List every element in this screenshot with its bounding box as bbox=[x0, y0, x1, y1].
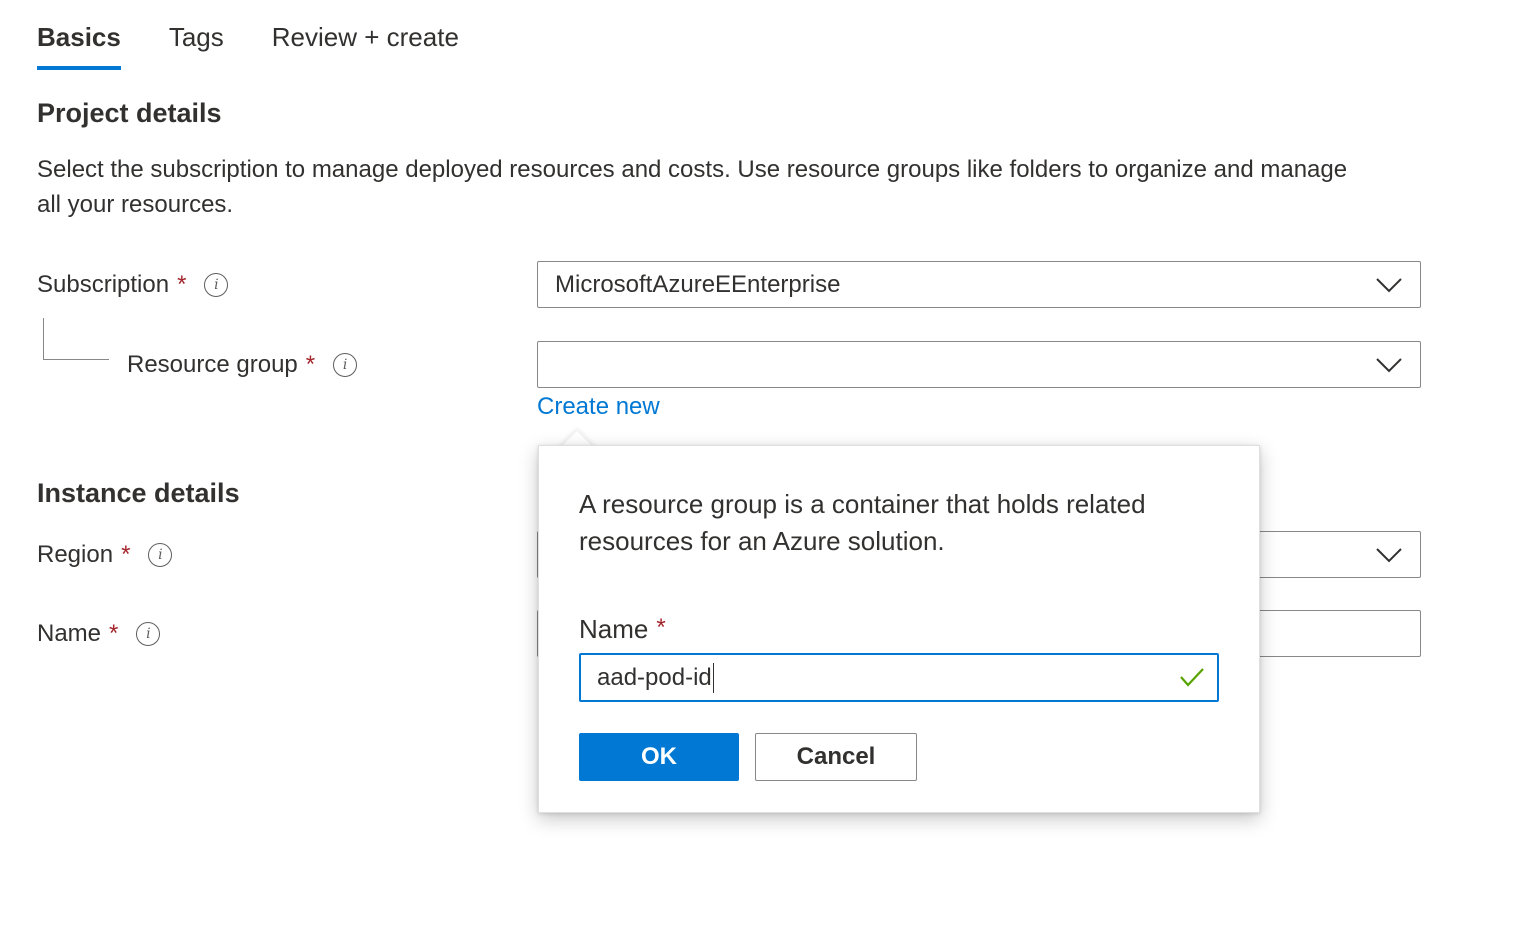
resource-group-name-value: aad-pod-id bbox=[597, 663, 712, 691]
region-label-row: Region * i bbox=[37, 541, 173, 569]
name-label-row: Name * i bbox=[37, 620, 161, 648]
subscription-dropdown[interactable]: MicrosoftAzureEEnterprise bbox=[537, 261, 1421, 308]
create-resource-group-callout: A resource group is a container that hol… bbox=[538, 445, 1260, 813]
info-icon[interactable]: i bbox=[148, 543, 173, 567]
instance-details-heading: Instance details bbox=[37, 478, 240, 508]
callout-name-label-row: Name * bbox=[579, 614, 666, 645]
create-new-link[interactable]: Create new bbox=[537, 393, 660, 421]
project-details-description: Select the subscription to manage deploy… bbox=[37, 156, 1348, 218]
region-label: Region bbox=[37, 541, 114, 568]
tab-review-create[interactable]: Review + create bbox=[272, 18, 459, 70]
required-asterisk: * bbox=[177, 271, 187, 298]
create-resource-page: Basics Tags Review + create Project deta… bbox=[0, 0, 1522, 935]
name-label: Name bbox=[37, 620, 102, 647]
tree-connector bbox=[43, 318, 109, 360]
required-asterisk: * bbox=[305, 351, 316, 378]
text-caret bbox=[712, 662, 715, 693]
cancel-button[interactable]: Cancel bbox=[755, 733, 917, 781]
required-asterisk: * bbox=[121, 541, 131, 568]
callout-description: A resource group is a container that hol… bbox=[579, 489, 1146, 556]
subscription-value: MicrosoftAzureEEnterprise bbox=[555, 270, 841, 298]
info-icon[interactable]: i bbox=[333, 353, 358, 377]
checkmark-icon bbox=[1180, 668, 1204, 687]
ok-button[interactable]: OK bbox=[579, 733, 739, 781]
tab-tags[interactable]: Tags bbox=[169, 18, 224, 70]
info-icon[interactable]: i bbox=[204, 273, 229, 297]
chevron-down-icon bbox=[1376, 547, 1402, 562]
tab-basics[interactable]: Basics bbox=[37, 18, 121, 70]
tab-bar: Basics Tags Review + create bbox=[37, 18, 459, 70]
subscription-label: Subscription bbox=[37, 271, 170, 298]
chevron-down-icon bbox=[1376, 357, 1402, 372]
subscription-label-row: Subscription * i bbox=[37, 271, 229, 299]
required-asterisk: * bbox=[656, 614, 666, 641]
callout-name-label: Name bbox=[579, 614, 649, 644]
resource-group-name-input[interactable]: aad-pod-id bbox=[579, 653, 1219, 702]
resource-group-label: Resource group bbox=[127, 351, 298, 378]
info-icon[interactable]: i bbox=[136, 622, 161, 646]
required-asterisk: * bbox=[109, 620, 119, 647]
resource-group-dropdown[interactable] bbox=[537, 341, 1421, 388]
project-details-heading: Project details bbox=[37, 98, 222, 128]
resource-group-label-row: Resource group * i bbox=[127, 351, 358, 379]
chevron-down-icon bbox=[1376, 277, 1402, 292]
